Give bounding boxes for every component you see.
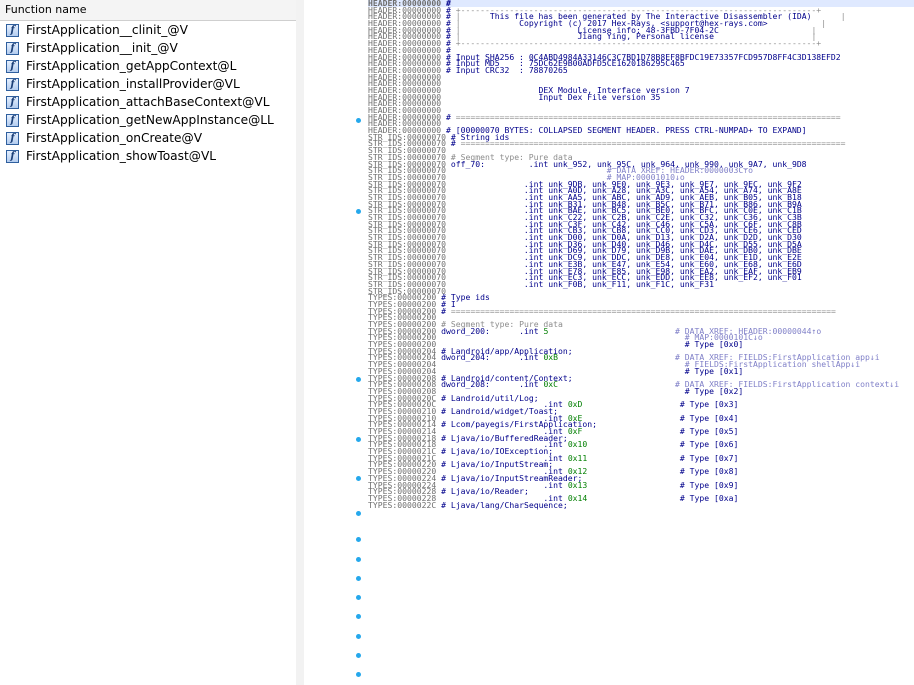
line-text: # Type [0x2] <box>684 385 744 396</box>
line-marker-dot <box>356 118 361 123</box>
line-marker-dot <box>356 653 361 658</box>
function-icon: f <box>6 149 19 163</box>
line-text: # <box>436 305 451 316</box>
line-text: # Ljava/lang/CharSequence; <box>436 499 568 510</box>
line-marker-dot <box>356 595 361 600</box>
function-icon: f <box>6 77 19 91</box>
function-item[interactable]: f FirstApplication_installProvider@VL <box>0 75 296 93</box>
function-item[interactable]: f FirstApplication__init_@V <box>0 39 296 57</box>
function-item[interactable]: f FirstApplication__clinit_@V <box>0 21 296 39</box>
line-marker-dot <box>356 634 361 639</box>
function-name: FirstApplication_onCreate@V <box>26 131 203 145</box>
line-text: ========================================… <box>455 111 841 122</box>
function-icon: f <box>6 95 19 109</box>
listing-line[interactable]: STR_IDS:00000070 # =====================… <box>368 138 914 149</box>
function-icon: f <box>6 41 19 55</box>
line-text: # Type [0x7] <box>587 452 739 463</box>
line-text: 0xF <box>567 426 583 436</box>
function-name: FirstApplication__clinit_@V <box>26 23 188 37</box>
line-text: # Type [0x9] <box>587 479 739 490</box>
line-text: # Input CRC32 : <box>441 64 529 75</box>
functions-column-header[interactable]: Function name <box>0 0 296 21</box>
line-text: # Type [0x0] <box>684 339 744 350</box>
line-marker-dot <box>356 537 361 542</box>
line-text: 0x13 <box>567 479 588 490</box>
line-marker-dot <box>356 614 361 619</box>
line-marker-dot <box>356 576 361 581</box>
line-text: 0x11 <box>567 452 588 463</box>
line-marker-dot <box>356 437 361 442</box>
function-name: FirstApplication_installProvider@VL <box>26 77 240 91</box>
function-name: FirstApplication__init_@V <box>26 41 178 55</box>
line-address: TYPES:0000022C <box>368 499 437 510</box>
function-name: FirstApplication_getAppContext@L <box>26 59 237 73</box>
line-text: Input Dex File version 35 <box>441 91 661 102</box>
function-item[interactable]: f FirstApplication_onCreate@V <box>0 129 296 147</box>
function-name: FirstApplication_showToast@VL <box>26 149 217 163</box>
function-icon: f <box>6 59 19 73</box>
line-text: # Type [0x8] <box>587 466 739 477</box>
line-text: # Type [0x4] <box>582 412 739 423</box>
line-text: ========================================… <box>450 305 836 316</box>
listing-line[interactable]: TYPES:00000200 # =======================… <box>368 305 914 316</box>
listing-line[interactable]: HEADER:00000000 Input Dex File version 3… <box>368 91 914 102</box>
line-text: 78870265 <box>528 64 568 75</box>
disassembly-listing[interactable]: HEADER:00000000 # HEADER:00000000 # +----… <box>368 0 914 685</box>
function-icon: f <box>6 23 19 37</box>
function-name: FirstApplication_getNewAppInstance@LL <box>26 113 274 127</box>
functions-panel: Function name f FirstApplication__clinit_… <box>0 0 297 685</box>
listing-line[interactable]: HEADER:00000000 # ======================… <box>368 111 914 122</box>
line-text: 0x14 <box>567 492 588 503</box>
line-marker-dot <box>356 672 361 677</box>
line-text: +---------------------------------------… <box>450 38 822 49</box>
function-icon: f <box>6 113 19 127</box>
line-text: .int unk_F0B, unk_F11, unk_F1C, unk_F31 <box>445 278 714 289</box>
function-item[interactable]: f FirstApplication_getAppContext@L <box>0 57 296 75</box>
line-text: # Type [0x3] <box>582 399 739 410</box>
line-text: # <box>441 111 456 122</box>
function-item[interactable]: f FirstApplication_getNewAppInstance@LL <box>0 111 296 129</box>
line-marker-dot <box>356 377 361 382</box>
line-marker-dot <box>356 476 361 481</box>
line-marker-dot <box>356 511 361 516</box>
function-list: f FirstApplication__clinit_@V f FirstAppli… <box>0 21 296 165</box>
line-text: # Type [0x6] <box>587 439 739 450</box>
line-text: 0xD <box>567 399 583 410</box>
line-text: # <box>445 138 461 149</box>
line-text: # Type [0xa] <box>587 492 739 503</box>
function-item[interactable]: f FirstApplication_showToast@VL <box>0 147 296 165</box>
line-text: # Type [0x5] <box>582 426 739 436</box>
panel-splitter[interactable] <box>296 0 304 685</box>
line-marker-dot <box>356 209 361 214</box>
line-text: ========================================… <box>460 138 846 149</box>
line-text: # Type [0x1] <box>684 365 744 376</box>
line-text: 0x10 <box>567 439 588 450</box>
listing-line[interactable]: STR_IDS:00000070 .int unk_F0B, unk_F11, … <box>368 278 914 289</box>
line-marker-dot <box>356 557 361 562</box>
function-item[interactable]: f FirstApplication_attachBaseContext@VL <box>0 93 296 111</box>
breakpoint-gutter[interactable] <box>346 0 366 685</box>
function-icon: f <box>6 131 19 145</box>
function-name: FirstApplication_attachBaseContext@VL <box>26 95 270 109</box>
